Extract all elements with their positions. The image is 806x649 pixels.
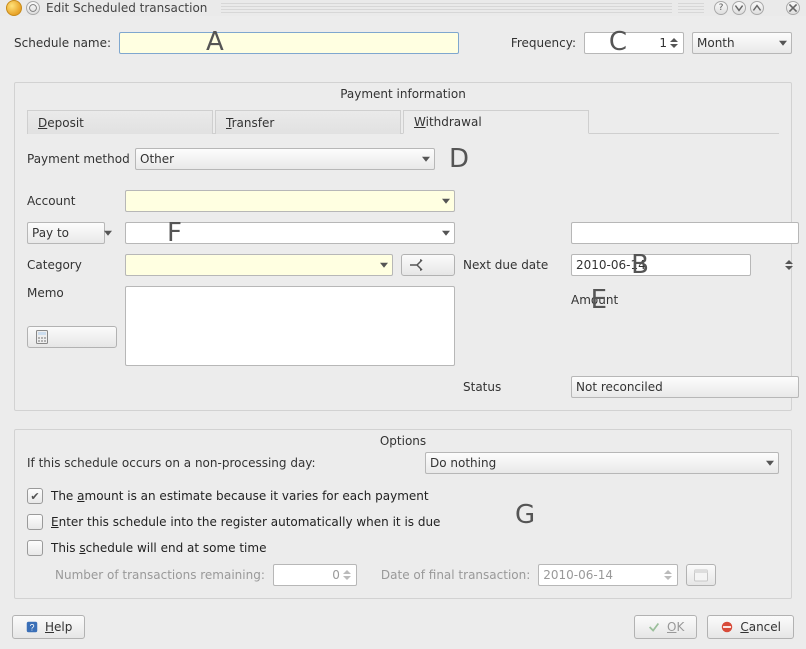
ntr-label: Number of transactions remaining: xyxy=(55,568,265,582)
tab-transfer-rest: ransfer xyxy=(232,116,275,130)
payment-information-group: Payment information Deposit Transfer Wit… xyxy=(14,82,792,411)
options-group: Options If this schedule occurs on a non… xyxy=(14,429,792,599)
tab-deposit-rest: eposit xyxy=(47,116,84,130)
schedule-name-input[interactable] xyxy=(119,32,459,54)
tab-deposit[interactable]: Deposit xyxy=(27,110,213,134)
status-label: Status xyxy=(463,380,563,394)
frequency-label: Frequency: xyxy=(511,36,576,50)
memo-label: Memo xyxy=(27,286,117,300)
account-label: Account xyxy=(27,194,117,208)
app-icon xyxy=(6,0,22,16)
chk-estimate-label: The amount is an estimate because it var… xyxy=(51,489,429,503)
category-select[interactable] xyxy=(125,254,393,276)
titlebar-rule xyxy=(221,3,672,13)
ok-button-label: OK xyxy=(667,620,684,634)
next-due-date-input[interactable] xyxy=(571,254,751,276)
category-split-button[interactable] xyxy=(401,254,455,276)
payee-number-input[interactable] xyxy=(571,222,799,244)
tab-withdrawal[interactable]: Withdrawal xyxy=(403,110,589,134)
window-title: Edit Scheduled transaction xyxy=(46,1,207,15)
titlebar: Edit Scheduled transaction ? xyxy=(0,0,806,16)
calculator-button[interactable] xyxy=(27,326,117,348)
final-date-label: Date of final transaction: xyxy=(381,568,530,582)
cancel-button-label: Cancel xyxy=(740,620,781,634)
status-value: Not reconciled xyxy=(576,380,663,394)
memo-textarea[interactable] xyxy=(125,286,455,366)
shade-up-button[interactable] xyxy=(750,1,764,15)
options-legend: Options xyxy=(15,434,791,448)
payto-selector-value: Pay to xyxy=(32,226,69,240)
payment-information-legend: Payment information xyxy=(15,87,791,101)
svg-text:?: ? xyxy=(30,623,35,633)
help-titlebar-button[interactable]: ? xyxy=(714,1,728,15)
payment-method-label: Payment method xyxy=(27,152,127,166)
cancel-button[interactable]: Cancel xyxy=(707,615,794,639)
status-select[interactable]: Not reconciled xyxy=(571,376,799,398)
account-select[interactable] xyxy=(125,190,455,212)
amount-label: Amount xyxy=(571,293,799,307)
payee-combo[interactable] xyxy=(125,222,455,244)
schedule-name-label: Schedule name: xyxy=(14,36,111,50)
tab-withdrawal-rest: ithdrawal xyxy=(426,115,482,129)
payto-selector[interactable]: Pay to xyxy=(27,222,105,244)
chk-autoenter-label: Enter this schedule into the register au… xyxy=(51,515,440,529)
chk-willend-label: This schedule will end at some time xyxy=(51,541,266,555)
tab-transfer[interactable]: Transfer xyxy=(215,110,401,134)
ok-button: OK xyxy=(634,615,697,639)
category-label: Category xyxy=(27,258,117,272)
button-bar: ? Help OK Cancel xyxy=(0,609,806,649)
chk-estimate[interactable] xyxy=(27,488,43,504)
final-date-input xyxy=(538,564,678,586)
frequency-unit-value: Month xyxy=(697,36,735,50)
window-menu-button[interactable] xyxy=(26,1,40,15)
npd-select[interactable]: Do nothing xyxy=(425,452,779,474)
chk-willend[interactable] xyxy=(27,540,43,556)
payment-method-value: Other xyxy=(140,152,174,166)
shade-down-button[interactable] xyxy=(732,1,746,15)
chk-autoenter[interactable] xyxy=(27,514,43,530)
npd-label: If this schedule occurs on a non-process… xyxy=(27,456,316,470)
frequency-value-spinner[interactable] xyxy=(584,32,684,54)
payment-method-select[interactable]: Other xyxy=(135,148,435,170)
next-due-label: Next due date xyxy=(463,258,563,272)
payment-type-tabs: Deposit Transfer Withdrawal xyxy=(27,109,779,134)
legend-d: D xyxy=(449,144,469,174)
help-button[interactable]: ? Help xyxy=(12,615,85,639)
frequency-unit-select[interactable]: Month xyxy=(692,32,792,54)
titlebar-rule-right xyxy=(678,3,704,13)
npd-value: Do nothing xyxy=(430,456,496,470)
close-button[interactable] xyxy=(786,1,800,15)
help-button-label: Help xyxy=(45,620,72,634)
final-date-calendar-button xyxy=(686,564,716,586)
